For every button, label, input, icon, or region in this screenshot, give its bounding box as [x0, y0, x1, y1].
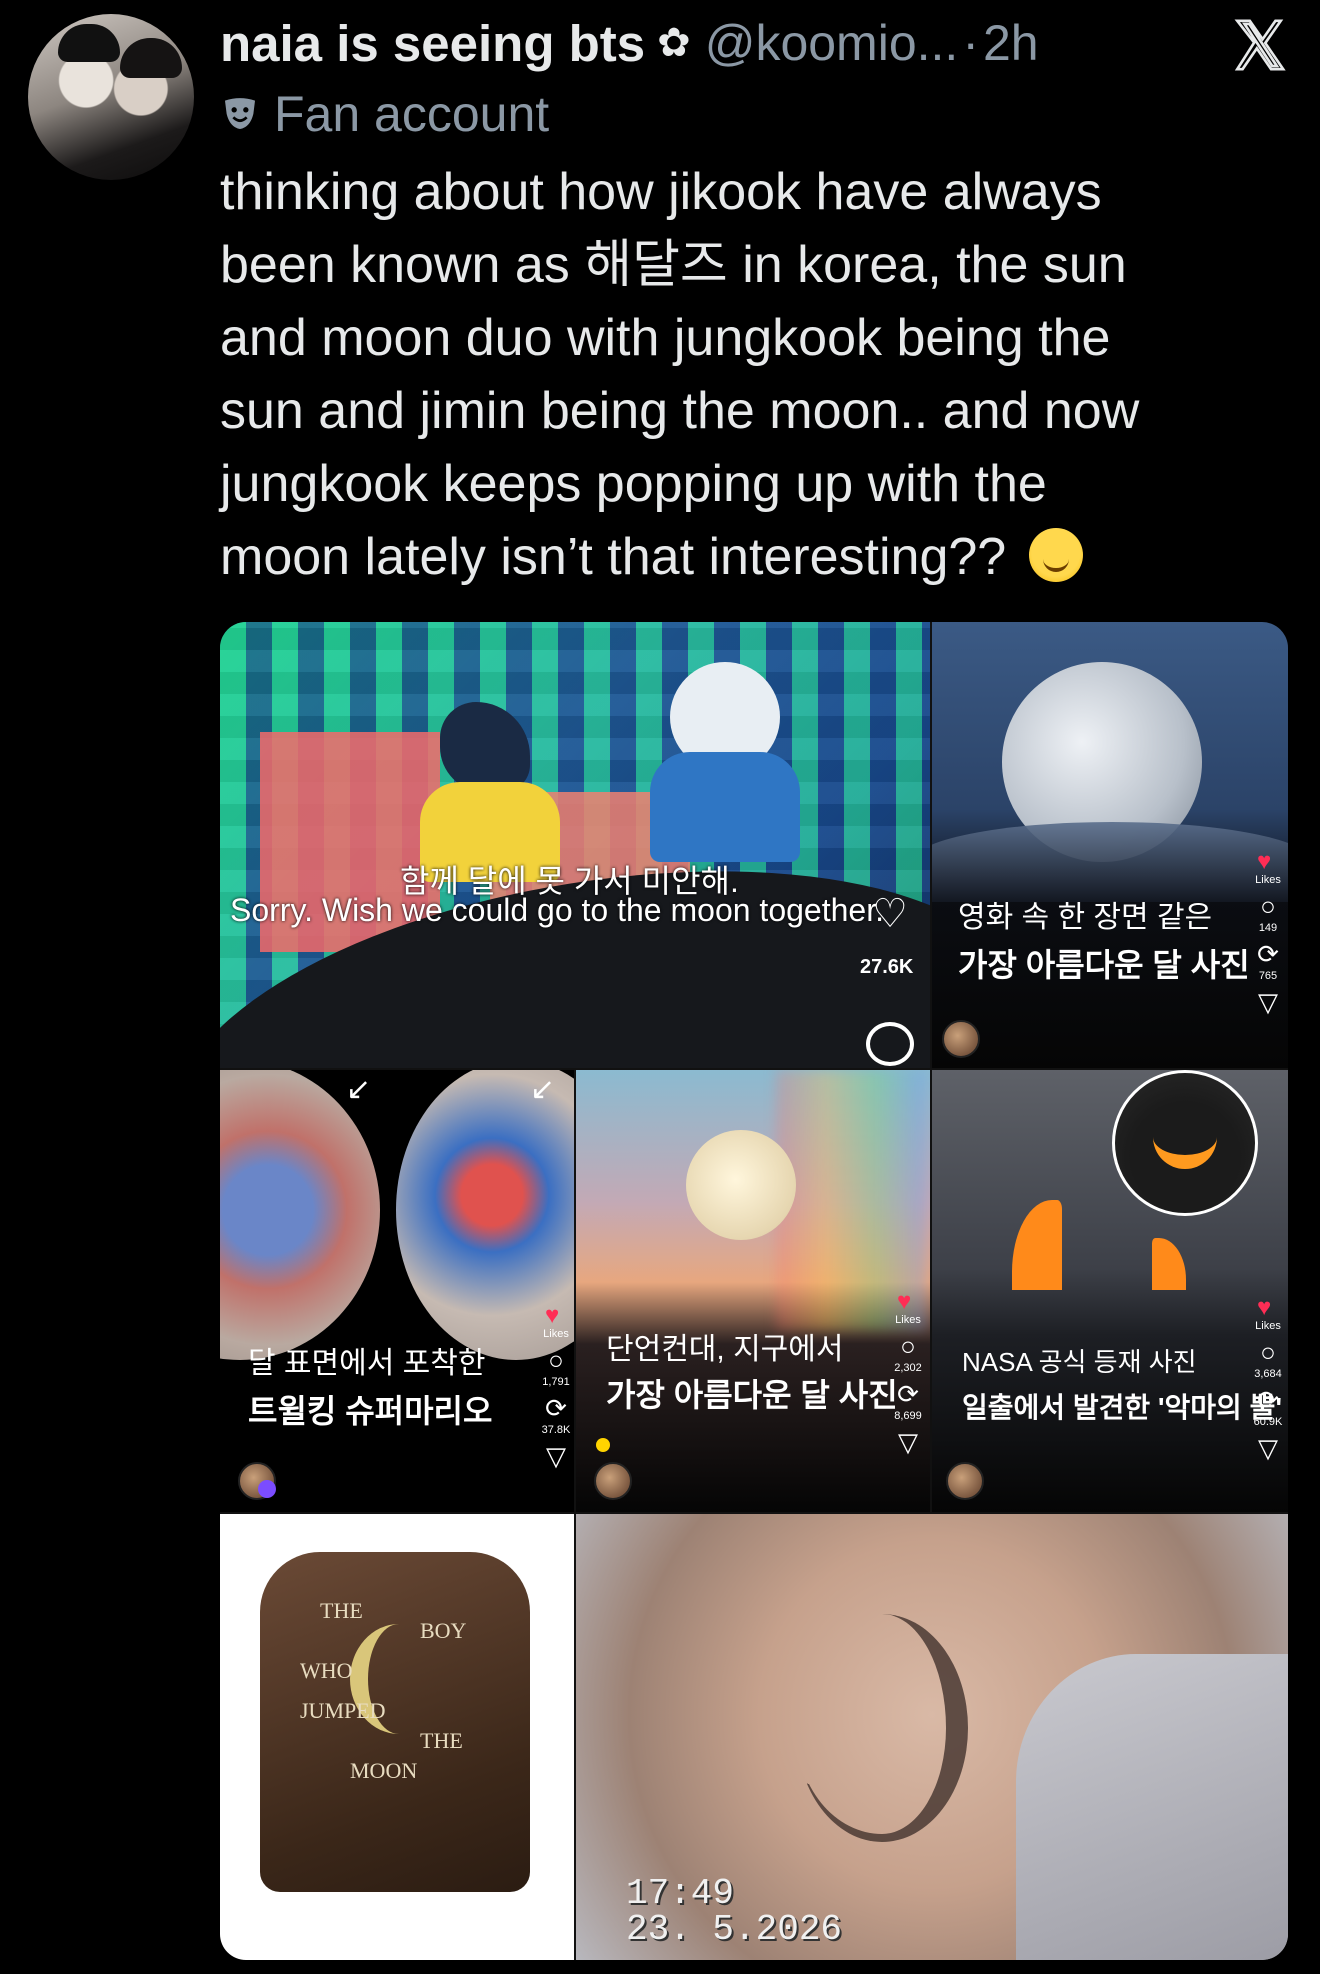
caption-line-2: 가장 아름다운 달 사진	[958, 947, 1250, 983]
fan-account-label: Fan account	[274, 86, 550, 142]
caption-line-1: 단언컨대, 지구에서	[606, 1333, 844, 1366]
tweet-body: thinking about how jikook have always be…	[220, 163, 1140, 586]
timestamp-overlay: 17:49 23. 5.2026	[626, 1876, 842, 1948]
repost-icon[interactable]: ⟳	[1257, 1386, 1279, 1414]
avatar[interactable]	[28, 14, 194, 180]
creator-badge	[258, 1480, 276, 1498]
comment-count: 1,791	[542, 1376, 570, 1388]
comment-icon[interactable]: ○	[1260, 1338, 1276, 1366]
inset-circle	[1112, 1070, 1258, 1216]
jacket-word-2: BOY	[420, 1618, 467, 1643]
arrow-icon-left: ↙	[346, 1073, 372, 1106]
heart-filled-icon[interactable]: ♥	[1257, 850, 1279, 874]
media-tile-moon-tattoo[interactable]: 17:49 23. 5.2026	[576, 1514, 1288, 1960]
like-column: ♡	[850, 894, 930, 934]
heart-filled-icon[interactable]: ♥	[897, 1290, 919, 1314]
horn-right	[1152, 1238, 1186, 1290]
avatar-person-1	[58, 24, 120, 62]
timestamp[interactable]: 2h	[983, 14, 1039, 72]
repost-count: 60.9K	[1253, 1416, 1283, 1428]
repost-icon[interactable]: ⟳	[897, 1380, 919, 1408]
media-grid[interactable]: 함께 달에 못 가서 미안해. Sorry. Wish we could go …	[220, 622, 1288, 1960]
yellow-dot	[596, 1438, 610, 1452]
creator-avatar[interactable]	[594, 1462, 632, 1500]
crescent-tattoo	[796, 1614, 968, 1842]
share-icon[interactable]: ▽	[546, 1442, 566, 1470]
heart-filled-icon[interactable]: ♥	[545, 1304, 567, 1328]
like-count: 27.6K	[860, 956, 914, 978]
tweet-header: naia is seeing bts ✿ @koomio... · 2h	[220, 10, 1039, 76]
likes-label: Likes	[543, 1328, 569, 1340]
moon-left-half	[220, 1070, 380, 1360]
handle[interactable]: @koomio...	[705, 14, 959, 72]
media-tile-animation[interactable]: 함께 달에 못 가서 미안해. Sorry. Wish we could go …	[220, 622, 930, 1068]
jacket-word-3: WHO	[300, 1658, 353, 1683]
share-icon[interactable]: ▽	[1258, 1434, 1278, 1462]
comment-count: 149	[1258, 922, 1278, 934]
caption-english: Sorry. Wish we could go to the moon toge…	[230, 892, 884, 928]
arrow-icon-right: ↙	[530, 1073, 556, 1106]
comment-bubble-icon[interactable]	[866, 1022, 914, 1066]
display-name[interactable]: naia is seeing bts	[220, 14, 645, 73]
media-tile-moon-photo[interactable]: 영화 속 한 장면 같은 가장 아름다운 달 사진 ♥ Likes ○ 149 …	[932, 622, 1288, 1068]
x-logo-icon[interactable]	[1230, 16, 1288, 74]
likes-label: Likes	[1255, 874, 1281, 886]
likes-label: Likes	[1255, 1320, 1281, 1332]
media-tile-jacket[interactable]: THE BOY WHO JUMPED THE MOON	[220, 1514, 574, 1960]
repost-count: 37.8K	[541, 1424, 571, 1436]
jacket-word-6: MOON	[350, 1758, 418, 1783]
flower-icon: ✿	[657, 21, 691, 65]
theater-mask-icon	[225, 98, 255, 129]
jacket-word-1: THE	[320, 1598, 363, 1623]
repost-icon[interactable]: ⟳	[1257, 940, 1279, 968]
share-icon[interactable]: ▽	[1258, 988, 1278, 1016]
caption-line-1: 영화 속 한 장면 같은	[958, 901, 1213, 934]
creator-avatar[interactable]	[946, 1462, 984, 1500]
caption-line-2: 일출에서 발견한 '악마의 뿔'	[962, 1392, 1283, 1423]
media-tile-rainbow-moon[interactable]: 단언컨대, 지구에서 가장 아름다운 달 사진 ♥ Likes ○ 2,302 …	[576, 1070, 930, 1512]
creator-avatar[interactable]	[942, 1020, 980, 1058]
eclipse-crescent	[1153, 1115, 1217, 1169]
repost-count: 8,699	[894, 1410, 922, 1422]
comment-icon[interactable]: ○	[548, 1346, 564, 1374]
repost-count: 765	[1258, 970, 1278, 982]
video-date: 23. 5.2026	[626, 1909, 843, 1950]
media-tile-mario-moon[interactable]: ↙ ↙ 달 표면에서 포착한 트윌킹 슈퍼마리오 ♥ Likes ○ 1,791…	[220, 1070, 574, 1512]
heart-outline-icon[interactable]: ♡	[872, 894, 908, 934]
caption-line-1: NASA 공식 등재 사진	[962, 1347, 1197, 1377]
account-label-row: Fan account	[220, 84, 549, 144]
caption-line-2: 트윌킹 슈퍼마리오	[248, 1393, 493, 1429]
comment-icon[interactable]: ○	[900, 1332, 916, 1360]
cloud-band	[932, 822, 1288, 902]
comment-count: 3,684	[1254, 1368, 1282, 1380]
engagement-column: ♥ Likes ○ 149 ⟳ 765 ▽	[1248, 850, 1288, 1017]
media-tile-sunrise-horns[interactable]: NASA 공식 등재 사진 일출에서 발견한 '악마의 뿔' ♥ Likes ○…	[932, 1070, 1288, 1512]
engagement-column: ♥ Likes ○ 3,684 ⟳ 60.9K ▽	[1248, 1296, 1288, 1463]
likes-label: Likes	[895, 1314, 921, 1326]
avatar-person-2	[120, 38, 182, 78]
relieved-face-emoji	[1028, 528, 1083, 582]
engagement-column: ♥ Likes ○ 2,302 ⟳ 8,699 ▽	[888, 1290, 928, 1457]
share-icon[interactable]: ▽	[898, 1428, 918, 1456]
tweet-text: thinking about how jikook have always be…	[220, 156, 1240, 594]
blanket	[1016, 1654, 1288, 1960]
jacket-word-4: JUMPED	[300, 1698, 386, 1723]
video-time: 17:49	[626, 1873, 735, 1914]
moon-image	[686, 1130, 796, 1240]
caption-line-1: 달 표면에서 포착한	[248, 1347, 486, 1380]
comment-icon[interactable]: ○	[1260, 892, 1276, 920]
caption-line-2: 가장 아름다운 달 사진	[606, 1377, 898, 1413]
character-2-body	[650, 752, 800, 862]
repost-icon[interactable]: ⟳	[545, 1394, 567, 1422]
engagement-column: ♥ Likes ○ 1,791 ⟳ 37.8K ▽	[536, 1304, 574, 1471]
horn-left	[1012, 1200, 1062, 1290]
separator-dot: ·	[962, 15, 979, 71]
jacket-word-5: THE	[420, 1728, 463, 1753]
comment-count: 2,302	[894, 1362, 922, 1374]
heart-filled-icon[interactable]: ♥	[1257, 1296, 1279, 1320]
